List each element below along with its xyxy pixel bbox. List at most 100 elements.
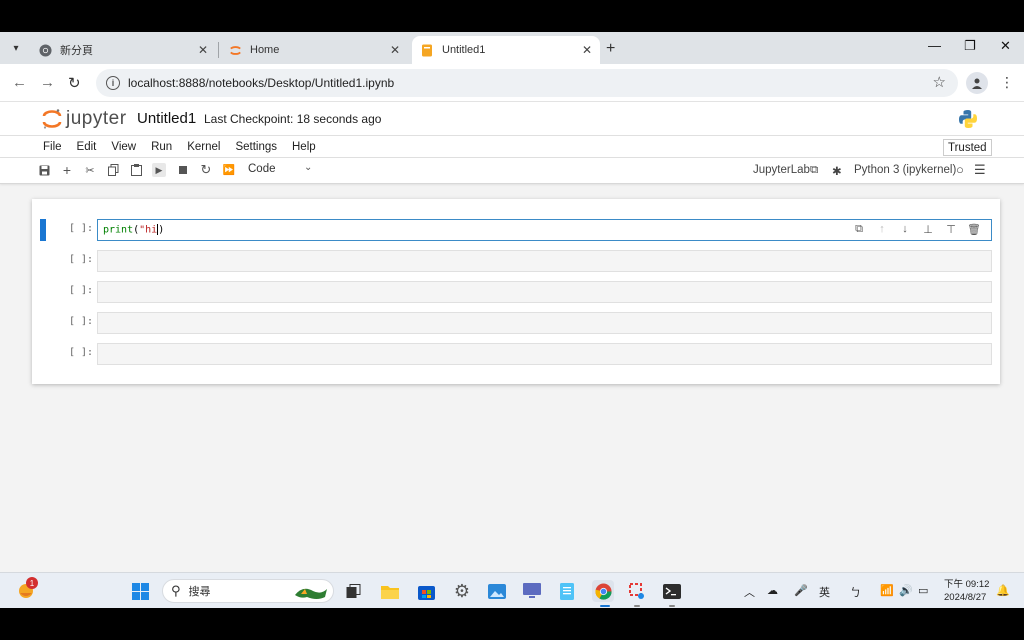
cell-prompt: [ ]: — [69, 316, 94, 327]
letterbox-bottom — [0, 608, 1024, 640]
jupyter-logo[interactable]: jupyter — [42, 108, 127, 130]
search-placeholder: 搜尋 — [188, 586, 211, 598]
url-field[interactable]: i localhost:8888/notebooks/Desktop/Untit… — [96, 69, 958, 97]
volume-icon[interactable]: 🔊 — [899, 584, 913, 597]
onedrive-cloud-icon[interactable]: ☁ — [767, 584, 778, 597]
menu-settings[interactable]: Settings — [235, 141, 277, 153]
run-cell-icon[interactable]: ▶ — [152, 163, 166, 177]
chrome-taskbar-icon[interactable] — [592, 580, 614, 602]
bookmark-star-icon[interactable]: ☆ — [933, 73, 946, 91]
code-cell[interactable]: [ ]: — [32, 343, 1000, 365]
move-up-icon[interactable]: ↑ — [875, 223, 889, 236]
menu-view[interactable]: View — [111, 141, 136, 153]
tab-new-tab[interactable]: 新分頁 ✕ — [30, 36, 216, 64]
battery-icon[interactable]: ▭ — [918, 584, 928, 597]
debugger-bug-icon[interactable]: ✱ — [832, 164, 842, 178]
menu-help[interactable]: Help — [292, 141, 316, 153]
move-down-icon[interactable]: ↓ — [898, 223, 912, 236]
notepad-icon[interactable] — [557, 581, 577, 601]
photos-icon[interactable] — [487, 581, 507, 601]
jupyter-header: jupyter Untitled1 Last Checkpoint: 18 se… — [0, 102, 1024, 136]
restore-icon[interactable]: ❐ — [964, 38, 976, 54]
copy-icon[interactable] — [106, 163, 120, 177]
forward-arrow-icon[interactable]: → — [40, 74, 55, 91]
reload-icon[interactable]: ↻ — [68, 74, 81, 92]
cell-code[interactable]: print("hi) — [103, 224, 164, 236]
paste-icon[interactable] — [129, 163, 143, 177]
search-icon: ⚲ — [171, 583, 181, 598]
ime-mode-icon[interactable]: ㄅ — [850, 584, 861, 600]
tab-label: 新分頁 — [60, 45, 93, 57]
cell-editor[interactable] — [97, 312, 992, 334]
cut-icon[interactable]: ✂ — [83, 163, 97, 177]
site-info-icon[interactable]: i — [106, 76, 120, 90]
terminal-icon[interactable] — [662, 581, 682, 601]
code-cell[interactable]: [ ]: — [32, 312, 1000, 334]
duplicate-cell-icon[interactable]: ⧉ — [852, 223, 866, 236]
python-logo-icon — [958, 109, 978, 134]
trusted-indicator[interactable]: Trusted — [943, 139, 992, 156]
tab-close-icon[interactable]: ✕ — [582, 43, 592, 57]
notification-bell-icon[interactable]: 🔔 — [996, 584, 1010, 597]
restart-run-all-icon[interactable]: ⏩ — [222, 163, 236, 177]
taskbar-clock[interactable]: 下午 09:12 2024/8/27 — [944, 578, 989, 604]
insert-above-icon[interactable]: ⊥ — [921, 223, 935, 236]
settings-gear-icon[interactable]: ⚙ — [452, 581, 472, 601]
external-link-icon[interactable]: ⧉ — [810, 164, 818, 177]
tab-divider — [218, 42, 219, 58]
task-view-icon[interactable] — [343, 581, 363, 601]
active-app-indicator — [600, 605, 610, 607]
cell-editor[interactable]: print("hi) ⧉ ↑ ↓ ⊥ ⊤ 🗑 — [97, 219, 992, 241]
code-cell[interactable]: [ ]: print("hi) ⧉ ↑ ↓ ⊥ ⊤ 🗑 — [32, 219, 1000, 241]
interrupt-kernel-icon[interactable] — [176, 163, 190, 177]
url-text: localhost:8888/notebooks/Desktop/Untitle… — [128, 76, 395, 90]
tab-home[interactable]: Home ✕ — [220, 36, 408, 64]
tab-close-icon[interactable]: ✕ — [198, 43, 208, 57]
menu-run[interactable]: Run — [151, 141, 172, 153]
tab-search-chevron-icon[interactable]: ▾ — [6, 38, 26, 58]
insert-cell-plus-icon[interactable]: + — [60, 162, 74, 178]
restart-kernel-icon[interactable]: ↻ — [199, 162, 213, 177]
cell-editor[interactable] — [97, 250, 992, 272]
profile-avatar-icon[interactable] — [966, 72, 988, 94]
tray-overflow-chevron-icon[interactable]: ︿ — [744, 584, 755, 600]
address-bar: ← → ↻ i localhost:8888/notebooks/Desktop… — [0, 64, 1024, 102]
menu-file[interactable]: File — [43, 141, 62, 153]
window-close-icon[interactable]: ✕ — [1000, 38, 1011, 54]
cell-editor[interactable] — [97, 343, 992, 365]
cell-prompt: [ ]: — [69, 254, 94, 265]
code-cell[interactable]: [ ]: — [32, 250, 1000, 272]
cell-prompt: [ ]: — [69, 223, 94, 234]
notebook-title[interactable]: Untitled1 — [137, 110, 196, 127]
snipping-tool-icon[interactable] — [627, 581, 647, 601]
back-arrow-icon[interactable]: ← — [12, 74, 27, 91]
clock-date: 2024/8/27 — [944, 592, 987, 603]
insert-below-icon[interactable]: ⊤ — [944, 223, 958, 236]
tab-untitled1[interactable]: Untitled1 ✕ — [412, 36, 600, 64]
cell-editor[interactable] — [97, 281, 992, 303]
browser-menu-icon[interactable]: ⋮ — [1000, 74, 1014, 91]
taskbar-search-input[interactable]: ⚲ 搜尋 — [162, 579, 334, 603]
cell-type-select[interactable]: Code — [248, 163, 276, 175]
wifi-icon[interactable]: 📶 — [880, 584, 894, 597]
start-windows-icon[interactable] — [130, 581, 150, 601]
ime-language-indicator[interactable]: 英 — [819, 584, 830, 600]
save-icon[interactable] — [37, 163, 51, 177]
jupyterlab-link[interactable]: JupyterLab — [753, 164, 810, 176]
menu-kernel[interactable]: Kernel — [187, 141, 220, 153]
file-explorer-icon[interactable] — [380, 581, 400, 601]
minimize-icon[interactable]: — — [928, 38, 941, 53]
toolbar-menu-icon[interactable]: ☰ — [974, 162, 986, 178]
chevron-down-icon[interactable]: ⌄ — [304, 162, 312, 173]
tab-label: Home — [250, 44, 280, 56]
code-cell[interactable]: [ ]: — [32, 281, 1000, 303]
menu-edit[interactable]: Edit — [77, 141, 97, 153]
delete-cell-icon[interactable]: 🗑 — [967, 223, 981, 236]
new-tab-plus-icon[interactable]: + — [606, 40, 615, 58]
screen: ▾ 新分頁 ✕ Home ✕ Untitled1 ✕ + — ❐ ✕ ← → ↻… — [0, 32, 1024, 608]
microsoft-store-icon[interactable] — [416, 581, 436, 601]
tab-close-icon[interactable]: ✕ — [390, 43, 400, 57]
microphone-icon[interactable]: 🎤 — [794, 584, 808, 597]
remote-desktop-icon[interactable] — [522, 581, 542, 601]
kernel-name[interactable]: Python 3 (ipykernel) — [854, 164, 956, 176]
